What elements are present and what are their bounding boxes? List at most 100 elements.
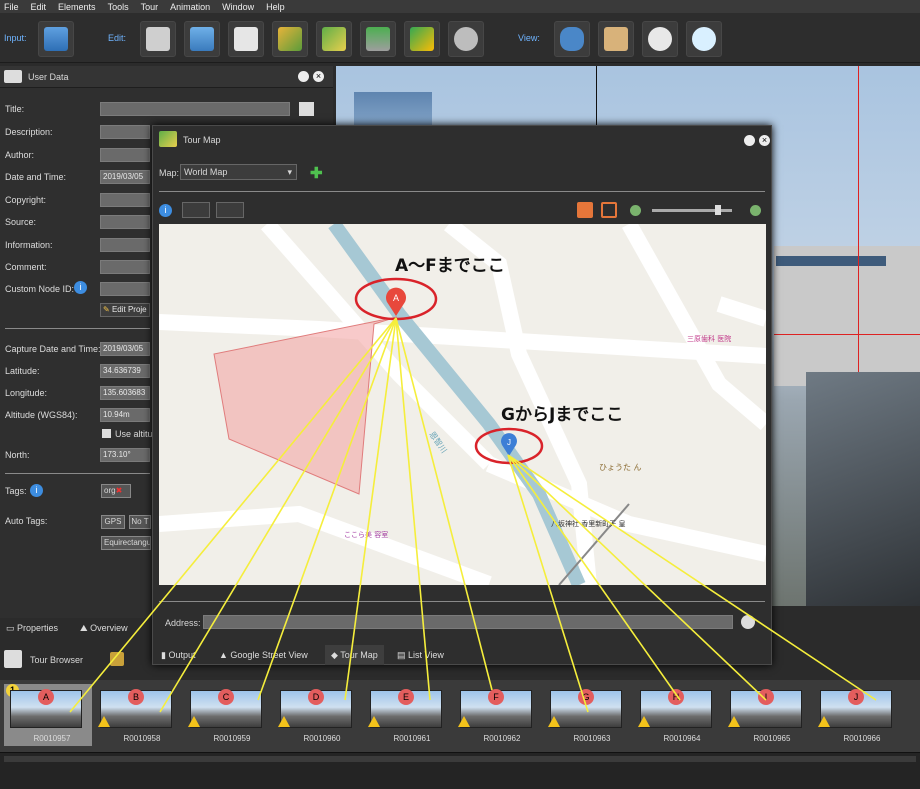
- fit-view-button[interactable]: [601, 202, 617, 218]
- thumbnail-item[interactable]: H R0010964: [638, 688, 726, 744]
- tour-map-button[interactable]: [316, 21, 352, 57]
- thumbnail-name: R0010966: [843, 734, 881, 743]
- pin-button[interactable]: [577, 202, 593, 218]
- edit-label: Edit:: [108, 33, 127, 43]
- tour-tool-icon[interactable]: [110, 652, 124, 666]
- thumbnail-item[interactable]: A R0010957: [8, 688, 96, 744]
- thumbnail-name: R0010963: [573, 734, 611, 743]
- thumbnail-item[interactable]: J R0010966: [818, 688, 906, 744]
- node-badge: A: [38, 689, 54, 705]
- tab-output[interactable]: ▮ Output: [161, 645, 195, 665]
- copy-icon[interactable]: [299, 102, 314, 116]
- thumbnail-item[interactable]: C R0010959: [188, 688, 276, 744]
- menu-animation[interactable]: Animation: [170, 2, 210, 12]
- tab-list-view[interactable]: ▤ List View: [397, 645, 444, 665]
- user-data-button[interactable]: [228, 21, 264, 57]
- remove-tag-icon[interactable]: ✖: [116, 486, 123, 495]
- north-field[interactable]: 173.10°: [100, 448, 150, 462]
- info-icon[interactable]: i: [74, 281, 87, 294]
- comment-field[interactable]: [100, 260, 150, 274]
- add-panorama-icon: [44, 27, 68, 51]
- menu-window[interactable]: Window: [222, 2, 254, 12]
- timer-button[interactable]: [642, 21, 678, 57]
- status-bar: [0, 752, 920, 789]
- street-view-button[interactable]: [360, 21, 396, 57]
- address-input[interactable]: [203, 615, 733, 629]
- adjust-button[interactable]: [140, 21, 176, 57]
- map-svg: A J A〜Fまでここ GからJまでここ 恩智川 三原歯科 医院 ひょうた ん …: [159, 224, 766, 585]
- preview-button[interactable]: [686, 21, 722, 57]
- building-right: [774, 246, 920, 386]
- use-altitude-checkbox[interactable]: [102, 429, 111, 438]
- node-badge: H: [668, 689, 684, 705]
- map-label: Map:: [159, 168, 180, 178]
- edit-panorama-button[interactable]: [184, 21, 220, 57]
- thumbnail-item[interactable]: I R0010965: [728, 688, 816, 744]
- link-button[interactable]: [182, 202, 210, 218]
- zoom-slider[interactable]: [652, 205, 732, 215]
- close-icon[interactable]: ×: [759, 135, 770, 146]
- menu-edit[interactable]: Edit: [31, 2, 47, 12]
- auto-tag-equirectangular[interactable]: Equirectangu: [101, 536, 151, 550]
- thumbnail-name: R0010958: [123, 734, 161, 743]
- auto-tag-gps[interactable]: GPS: [101, 515, 125, 529]
- tab-tour-map[interactable]: ◆ Tour Map: [325, 645, 384, 665]
- map-select[interactable]: World Map ▾: [180, 164, 297, 180]
- star-button[interactable]: [216, 202, 244, 218]
- menu-elements[interactable]: Elements: [58, 2, 96, 12]
- copyright-field[interactable]: [100, 193, 150, 207]
- information-label: Information:: [5, 240, 53, 250]
- tab-overview[interactable]: ⛰ Overview: [80, 618, 128, 638]
- stopwatch-icon: [648, 27, 672, 51]
- thumbnail-item[interactable]: G R0010963: [548, 688, 636, 744]
- info-icon[interactable]: i: [159, 204, 172, 217]
- altitude-field[interactable]: 10.94m: [100, 408, 150, 422]
- go-address-icon[interactable]: [741, 615, 755, 629]
- thumbnail-item[interactable]: F R0010962: [458, 688, 546, 744]
- description-field[interactable]: [100, 125, 150, 139]
- thumbnail-name: R0010960: [303, 734, 341, 743]
- auto-tag-no-t[interactable]: No T: [129, 515, 151, 529]
- puzzle-button[interactable]: [272, 21, 308, 57]
- zoom-slider-knob[interactable]: [714, 205, 721, 215]
- menu-help[interactable]: Help: [266, 2, 285, 12]
- edit-project-button[interactable]: ✎ Edit Proje: [100, 303, 150, 317]
- clipboard-button[interactable]: [598, 21, 634, 57]
- author-field[interactable]: [100, 148, 150, 162]
- zoom-out-icon[interactable]: [630, 205, 641, 216]
- menu-tools[interactable]: Tools: [108, 2, 129, 12]
- map-canvas[interactable]: A J A〜Fまでここ GからJまでここ 恩智川 三原歯科 医院 ひょうた ん …: [159, 224, 766, 585]
- thumbnail-item[interactable]: B R0010958: [98, 688, 186, 744]
- tab-properties[interactable]: ▭ Properties: [6, 618, 58, 638]
- add-map-button[interactable]: ✚: [310, 164, 323, 182]
- latitude-field[interactable]: 34.636739: [100, 364, 150, 378]
- longitude-field[interactable]: 135.603683: [100, 386, 150, 400]
- animation-button[interactable]: [448, 21, 484, 57]
- warning-icon: [458, 716, 470, 727]
- title-field[interactable]: [100, 102, 290, 116]
- google-maps-button[interactable]: [404, 21, 440, 57]
- detach-icon[interactable]: [744, 135, 755, 146]
- custom-node-id-field[interactable]: [100, 282, 150, 296]
- description-label: Description:: [5, 127, 53, 137]
- view-binoculars-button[interactable]: [554, 21, 590, 57]
- add-input-button[interactable]: [38, 21, 74, 57]
- tab-google-street-view[interactable]: ▲ Google Street View: [219, 645, 308, 665]
- information-field[interactable]: [100, 238, 150, 252]
- menu-file[interactable]: File: [4, 2, 19, 12]
- capture-datetime-field[interactable]: 2019/03/05: [100, 342, 150, 356]
- zoom-in-icon[interactable]: [750, 205, 761, 216]
- thumbnail-item[interactable]: E R0010961: [368, 688, 456, 744]
- detach-icon[interactable]: [298, 71, 309, 82]
- menu-tour[interactable]: Tour: [141, 2, 159, 12]
- node-badge: F: [488, 689, 504, 705]
- road: [159, 505, 492, 585]
- close-icon[interactable]: ×: [313, 71, 324, 82]
- datetime-field[interactable]: 2019/03/05: [100, 170, 150, 184]
- warning-icon: [818, 716, 830, 727]
- source-field[interactable]: [100, 215, 150, 229]
- thumbnail-item[interactable]: D R0010960: [278, 688, 366, 744]
- tag-chip[interactable]: org✖: [101, 484, 131, 498]
- horizontal-scrollbar[interactable]: [4, 756, 916, 762]
- info-icon[interactable]: i: [30, 484, 43, 497]
